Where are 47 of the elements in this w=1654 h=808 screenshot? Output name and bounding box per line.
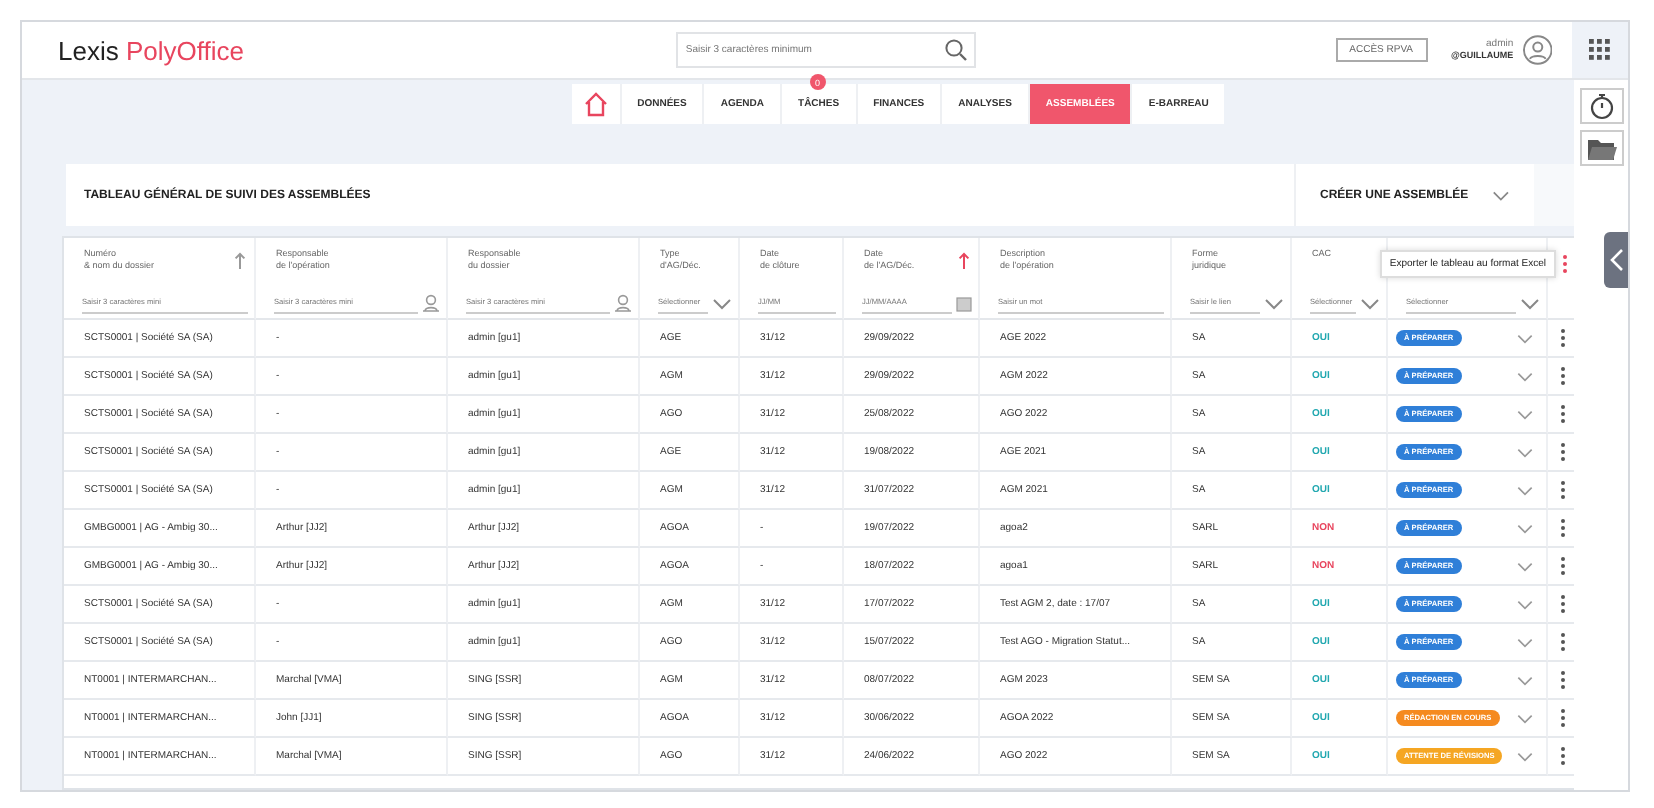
chevron-down-icon[interactable] [1516,485,1534,495]
chevron-down-icon [712,297,732,309]
more-icon[interactable] [1562,254,1568,274]
chevron-down-icon [1520,297,1540,309]
apps-grid-icon[interactable] [1588,38,1613,62]
sort-arrow-icon[interactable] [234,252,246,270]
chevron-down-icon [1492,189,1510,201]
more-icon[interactable] [1560,518,1566,538]
chevron-down-icon[interactable] [1516,713,1534,723]
more-icon[interactable] [1560,366,1566,386]
chevron-down-icon [1360,297,1380,309]
person-icon [422,294,440,312]
chevron-down-icon[interactable] [1516,371,1534,381]
chevron-left-icon [1609,248,1623,272]
more-icon[interactable] [1560,480,1566,500]
more-icon[interactable] [1560,328,1566,348]
chevron-down-icon[interactable] [1516,637,1534,647]
logo: Lexis PolyOffice [58,35,246,65]
avatar-icon[interactable] [1521,34,1553,66]
folder-button[interactable] [1579,130,1623,166]
search-icon[interactable] [943,38,968,62]
chevron-down-icon [1264,297,1284,309]
person-icon [614,294,632,312]
home-icon [581,90,610,118]
more-icon[interactable] [1560,556,1566,576]
more-icon[interactable] [1560,594,1566,614]
calendar-icon[interactable] [956,295,972,311]
home-tab[interactable] [571,84,620,124]
chevron-down-icon[interactable] [1516,751,1534,761]
collapse-tab[interactable] [1604,232,1628,288]
timer-button[interactable] [1579,88,1623,124]
more-icon[interactable] [1560,746,1566,766]
more-icon[interactable] [1560,632,1566,652]
more-icon[interactable] [1560,670,1566,690]
chevron-down-icon[interactable] [1516,599,1534,609]
chevron-down-icon[interactable] [1516,447,1534,457]
more-icon[interactable] [1560,708,1566,728]
chevron-down-icon[interactable] [1516,523,1534,533]
chevron-down-icon[interactable] [1516,409,1534,419]
more-icon[interactable] [1560,442,1566,462]
sort-arrow-icon[interactable] [958,252,970,270]
chevron-down-icon[interactable] [1516,561,1534,571]
folder-icon [1585,135,1617,161]
stopwatch-icon [1587,92,1615,120]
chevron-down-icon[interactable] [1516,675,1534,685]
more-icon[interactable] [1560,404,1566,424]
chevron-down-icon[interactable] [1516,333,1534,343]
